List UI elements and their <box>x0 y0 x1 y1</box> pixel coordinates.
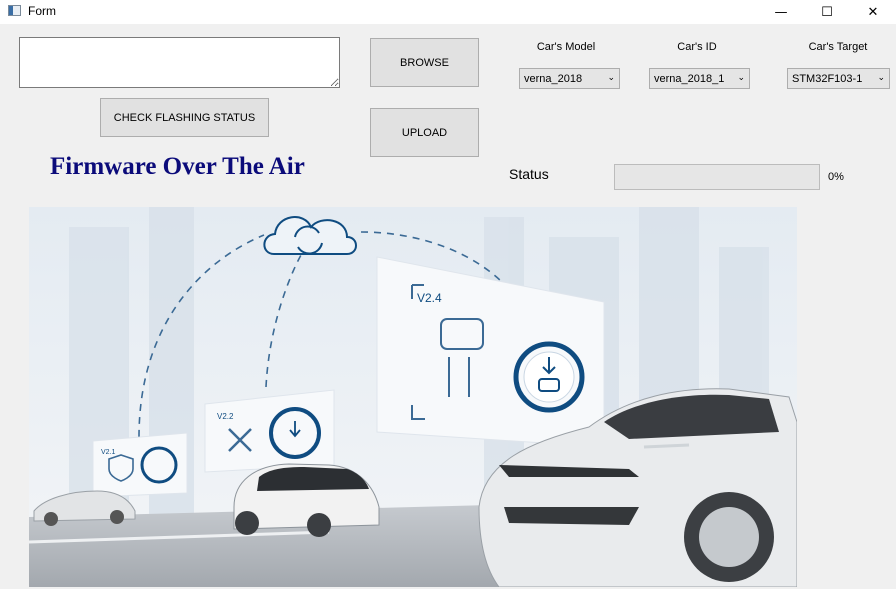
chevron-down-icon: ⌄ <box>737 73 745 83</box>
file-path-input[interactable] <box>19 37 340 88</box>
window-title: Form <box>28 4 56 18</box>
maximize-button[interactable]: ☐ <box>804 0 850 24</box>
upload-button[interactable]: UPLOAD <box>370 108 479 157</box>
car-middle <box>233 463 380 537</box>
update-panel-mid: V2.2 <box>204 389 335 473</box>
panel-version-small: V2.1 <box>101 449 116 456</box>
fota-illustration: V2.4 V2.2 V2.1 <box>29 207 797 587</box>
check-flashing-status-button[interactable]: CHECK FLASHING STATUS <box>100 98 269 137</box>
update-panel-small: V2.1 <box>92 432 188 498</box>
car-target-value: STM32F103-1 <box>792 72 863 85</box>
panel-version-large: V2.4 <box>417 291 442 305</box>
chevron-down-icon: ⌄ <box>877 73 885 83</box>
car-id-select[interactable]: verna_2018_1 ⌄ <box>649 68 750 89</box>
minimize-button[interactable]: — <box>758 0 804 24</box>
title-bar: Form — ☐ ✕ <box>0 0 896 24</box>
panel-version-mid: V2.2 <box>217 412 234 421</box>
car-target-label: Car's Target <box>808 41 868 53</box>
upload-progress-bar <box>614 164 820 190</box>
progress-percent: 0% <box>828 171 844 183</box>
chevron-down-icon: ⌄ <box>607 73 615 83</box>
car-id-label: Car's ID <box>677 41 717 53</box>
car-model-select[interactable]: verna_2018 ⌄ <box>519 68 620 89</box>
car-model-value: verna_2018 <box>524 72 583 85</box>
car-id-value: verna_2018_1 <box>654 72 725 85</box>
page-title: Firmware Over The Air <box>50 153 305 180</box>
close-button[interactable]: ✕ <box>850 0 896 24</box>
app-icon <box>8 5 21 16</box>
browse-button[interactable]: BROWSE <box>370 38 479 87</box>
status-label: Status <box>509 166 549 182</box>
car-model-label: Car's Model <box>536 41 596 53</box>
car-target-select[interactable]: STM32F103-1 ⌄ <box>787 68 890 89</box>
